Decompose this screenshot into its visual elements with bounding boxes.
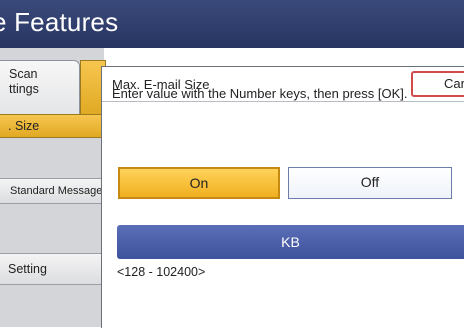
tab-scan-label-line1: Scan [9, 67, 38, 81]
sidebar-item-standard-message[interactable]: Standard Message [0, 178, 104, 204]
off-button[interactable]: Off [288, 167, 452, 199]
sidebar-item-size[interactable]: . Size [0, 114, 104, 138]
on-button[interactable]: On [118, 167, 280, 199]
instruction-text: Enter value with the Number keys, then p… [112, 86, 408, 101]
kb-input-field[interactable]: KB [117, 225, 464, 259]
range-text: <128 - 102400> [117, 265, 206, 279]
screen-title: e Features [0, 7, 119, 37]
screen-header: e Features [0, 0, 464, 48]
tab-scan-label-line2: ttings [9, 82, 39, 96]
sidebar-item-setting[interactable]: Setting [0, 253, 104, 285]
tab-scan-settings[interactable]: Scan ttings [0, 60, 80, 115]
cancel-button[interactable]: Car [411, 71, 464, 97]
